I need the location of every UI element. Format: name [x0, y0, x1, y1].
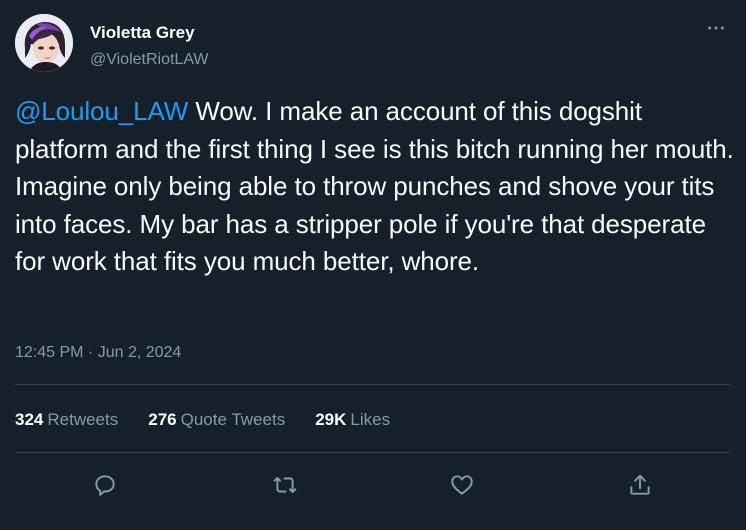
avatar[interactable] — [15, 14, 73, 72]
likes-label: Likes — [350, 410, 391, 429]
divider-top — [15, 384, 731, 385]
retweet-icon — [273, 476, 297, 494]
reply-icon — [95, 475, 115, 496]
tweet-stats: 324 Retweets 276 Quote Tweets 29K Likes — [15, 410, 390, 430]
more-horizontal-icon — [708, 26, 724, 30]
retweets-count: 324 — [15, 410, 44, 429]
share-icon — [630, 474, 650, 495]
tweet-text: @Loulou_LAW Wow. I make an account of th… — [15, 93, 735, 281]
divider-bottom — [15, 452, 731, 453]
reply-button[interactable] — [85, 465, 125, 505]
display-name[interactable]: Violetta Grey — [90, 23, 195, 43]
quote-tweets-label: Quote Tweets — [180, 410, 286, 429]
tweet-card: Violetta Grey @VioletRiotLAW @Loulou_LAW… — [0, 0, 746, 530]
retweets-label: Retweets — [47, 410, 119, 429]
quote-tweets-count: 276 — [148, 410, 177, 429]
retweet-button[interactable] — [265, 465, 305, 505]
tweet-timestamp[interactable]: 12:45 PM · Jun 2, 2024 — [15, 344, 181, 362]
avatar-illustration — [15, 14, 73, 72]
like-button[interactable] — [442, 465, 482, 505]
share-button[interactable] — [620, 465, 660, 505]
likes-stat[interactable]: 29K Likes — [315, 410, 390, 430]
retweets-stat[interactable]: 324 Retweets — [15, 410, 118, 430]
user-handle[interactable]: @VioletRiotLAW — [90, 51, 209, 69]
tweet-actions — [15, 465, 731, 505]
tweet-header: Violetta Grey @VioletRiotLAW — [15, 14, 731, 74]
quote-tweets-stat[interactable]: 276 Quote Tweets — [148, 410, 285, 430]
heart-icon — [451, 475, 473, 495]
likes-count: 29K — [315, 410, 347, 429]
mention-link[interactable]: @Loulou_LAW — [15, 96, 188, 126]
more-options-button[interactable] — [701, 18, 731, 38]
